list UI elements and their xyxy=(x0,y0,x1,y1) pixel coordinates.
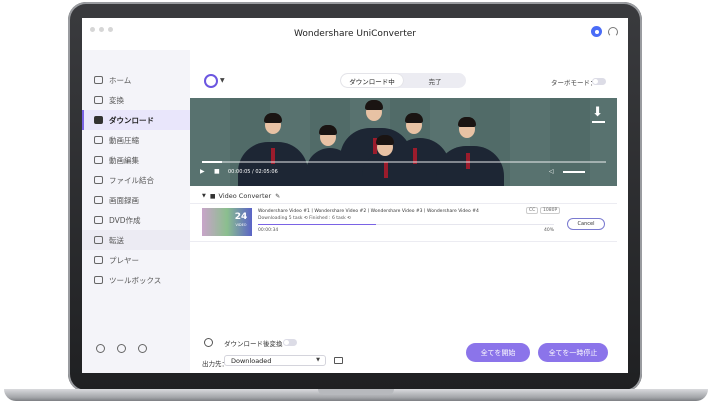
chevron-down-icon[interactable]: ▼ xyxy=(220,77,225,84)
sidebar-item-label: ホーム xyxy=(109,75,132,85)
edit-icon[interactable]: ✎ xyxy=(275,193,280,200)
feedback-icon[interactable] xyxy=(138,344,147,353)
item-status: Downloading 5 task ⟲ Finished : 6 task ⟲ xyxy=(258,216,351,221)
account-icon[interactable] xyxy=(591,26,602,37)
list-item: 24 VIDEO Wondershare Video #1丨Wondershar… xyxy=(190,206,617,244)
help-icon[interactable] xyxy=(96,344,105,353)
home-icon xyxy=(94,76,103,84)
minimize-dot[interactable] xyxy=(99,27,104,32)
group-label: Video Converter xyxy=(218,192,272,200)
dvd-icon xyxy=(94,216,103,224)
add-download-icon[interactable] xyxy=(204,74,218,88)
sidebar-item-label: 動画編集 xyxy=(109,155,139,165)
compress-icon xyxy=(94,136,103,144)
download-icon[interactable]: ⬇ xyxy=(592,106,605,123)
item-percent: 40% xyxy=(544,228,555,233)
timer-icon[interactable] xyxy=(204,338,213,347)
resolution-badge: 1080P xyxy=(540,207,561,214)
convert-icon xyxy=(94,96,103,104)
sidebar-item-label: DVD作成 xyxy=(109,215,141,225)
sidebar-item-label: 転送 xyxy=(109,235,124,245)
sidebar-item-label: プレヤー xyxy=(109,255,139,265)
sidebar-item-label: 動画圧縮 xyxy=(109,135,139,145)
start-all-button[interactable]: 全てを開始 xyxy=(466,343,530,362)
chevron-down-icon: ▼ xyxy=(316,357,320,363)
item-time: 00:00:34 xyxy=(258,228,279,233)
sidebar-item-dvd[interactable]: DVD作成 xyxy=(82,210,190,230)
thumb-count: 24 xyxy=(234,212,248,222)
cancel-button[interactable]: Cancel xyxy=(567,218,605,230)
playback-time: 00:00:05 / 02:05:06 xyxy=(228,169,278,175)
stop-icon[interactable]: ■ xyxy=(214,168,220,175)
main-panel: ▼ ダウンロード中 完了 ターボモード： ⬇ ▶ ■ 00:00:05 / 02… xyxy=(190,50,628,373)
sidebar-item-compress[interactable]: 動画圧縮 xyxy=(82,130,190,150)
title-bar: Wondershare UniConverter xyxy=(82,18,628,50)
sidebar-item-merge[interactable]: ファイル結合 xyxy=(82,170,190,190)
sidebar-item-label: ダウンロード xyxy=(109,115,154,125)
sidebar-item-label: 画面録画 xyxy=(109,195,139,205)
sidebar-item-edit[interactable]: 動画編集 xyxy=(82,150,190,170)
turbo-mode-label: ターボモード： xyxy=(551,79,597,87)
record-icon xyxy=(94,196,103,204)
thumb-label: VIDEO xyxy=(235,223,247,227)
toolbox-icon xyxy=(94,276,103,284)
bottom-bar: ダウンロード後変換 出力先： Downloaded ▼ 全てを開始 全てを一時停… xyxy=(190,333,628,373)
laptop-notch xyxy=(318,389,394,395)
cc-badge: CC xyxy=(526,207,539,214)
item-title: Wondershare Video #1丨Wondershare Video #… xyxy=(258,209,479,214)
turbo-mode-toggle[interactable] xyxy=(592,78,606,85)
sidebar-item-transfer[interactable]: 転送 xyxy=(82,230,190,250)
sidebar-item-label: ファイル結合 xyxy=(109,175,154,185)
video-icon: ■ xyxy=(209,192,216,200)
chevron-down-icon[interactable]: ▼ xyxy=(202,193,206,199)
tab-finished[interactable]: 完了 xyxy=(404,73,466,88)
sidebar: ホーム 変換 ダウンロード 動画圧縮 動画編集 ファイル結合 画面録画 DVD作… xyxy=(82,50,190,373)
play-icon[interactable]: ▶ xyxy=(200,168,205,175)
sidebar-item-label: ツールボックス xyxy=(109,275,162,285)
divider xyxy=(190,241,617,242)
sidebar-item-record[interactable]: 画面録画 xyxy=(82,190,190,210)
sidebar-item-home[interactable]: ホーム xyxy=(82,70,190,90)
app-title: Wondershare UniConverter xyxy=(294,29,416,39)
group-header[interactable]: ▼ ■ Video Converter ✎ xyxy=(190,190,617,202)
video-thumbnail: 24 VIDEO xyxy=(202,208,252,236)
output-value: Downloaded xyxy=(231,356,272,365)
window-controls[interactable] xyxy=(90,27,113,32)
bell-icon[interactable] xyxy=(117,344,126,353)
download-icon xyxy=(94,116,103,124)
sidebar-item-toolbox[interactable]: ツールボックス xyxy=(82,270,190,290)
support-icon[interactable] xyxy=(608,26,618,37)
output-folder-select[interactable]: Downloaded ▼ xyxy=(224,355,326,366)
close-dot[interactable] xyxy=(90,27,95,32)
folder-icon[interactable] xyxy=(334,357,343,364)
sidebar-item-convert[interactable]: 変換 xyxy=(82,90,190,110)
download-tabs: ダウンロード中 完了 xyxy=(340,73,466,88)
playback-progress[interactable] xyxy=(202,161,606,163)
sidebar-item-player[interactable]: プレヤー xyxy=(82,250,190,270)
convert-after-download-toggle[interactable] xyxy=(283,339,297,346)
maximize-dot[interactable] xyxy=(108,27,113,32)
sidebar-item-label: 変換 xyxy=(109,95,124,105)
tab-downloading[interactable]: ダウンロード中 xyxy=(341,74,403,87)
transfer-icon xyxy=(94,236,103,244)
convert-after-download-label: ダウンロード後変換 xyxy=(224,340,283,348)
item-progress xyxy=(258,224,554,226)
video-preview[interactable]: ⬇ ▶ ■ 00:00:05 / 02:05:06 ◁ xyxy=(190,98,617,186)
app-window: Wondershare UniConverter ホーム 変換 ダウンロード 動… xyxy=(82,18,628,373)
sidebar-item-download[interactable]: ダウンロード xyxy=(82,110,190,130)
player-icon xyxy=(94,256,103,264)
merge-icon xyxy=(94,176,103,184)
pause-all-button[interactable]: 全てを一時停止 xyxy=(538,343,608,362)
volume-slider[interactable] xyxy=(563,171,585,173)
volume-icon[interactable]: ◁ xyxy=(549,168,554,175)
divider xyxy=(190,203,617,204)
edit-icon xyxy=(94,156,103,164)
